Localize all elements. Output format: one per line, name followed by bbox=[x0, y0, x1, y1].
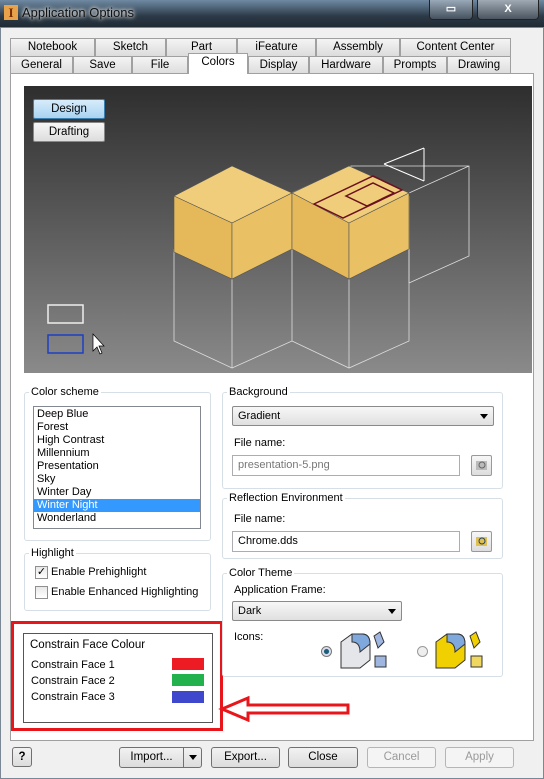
application-frame-value: Dark bbox=[238, 605, 262, 617]
background-file-input[interactable]: presentation-5.png bbox=[232, 455, 460, 476]
color-scheme-group: Color scheme Deep Blue Forest High Contr… bbox=[24, 386, 211, 541]
title-bar: I Application Options ▭ X bbox=[0, 0, 544, 27]
constrain-face-2-swatch[interactable] bbox=[172, 674, 204, 686]
tab-assembly[interactable]: Assembly bbox=[316, 38, 400, 56]
application-frame-label: Application Frame: bbox=[234, 584, 326, 596]
tab-sketch[interactable]: Sketch bbox=[95, 38, 166, 56]
color-preview: Design Drafting bbox=[24, 86, 532, 373]
prehighlight-checkbox[interactable]: ✓ bbox=[35, 566, 48, 579]
tab-colors[interactable]: Colors bbox=[188, 53, 248, 74]
list-item[interactable]: Deep Blue bbox=[34, 408, 200, 421]
reflection-group: Reflection Environment File name: Chrome… bbox=[222, 492, 503, 559]
list-item[interactable]: Presentation bbox=[34, 460, 200, 473]
app-icon: I bbox=[4, 5, 18, 20]
background-dropdown[interactable]: Gradient bbox=[232, 406, 494, 426]
constrain-face-1-label: Constrain Face 1 bbox=[31, 659, 115, 671]
tab-general[interactable]: General bbox=[10, 56, 73, 74]
icons-standard-radio[interactable] bbox=[321, 646, 332, 657]
export-button[interactable]: Export... bbox=[211, 747, 280, 768]
chevron-down-icon bbox=[480, 414, 488, 419]
window-title: Application Options bbox=[22, 5, 135, 20]
constrain-face-3-label: Constrain Face 3 bbox=[31, 691, 115, 703]
enhanced-highlighting-label: Enable Enhanced Highlighting bbox=[51, 586, 199, 598]
tab-display[interactable]: Display bbox=[248, 56, 309, 74]
list-item[interactable]: Wonderland bbox=[34, 512, 200, 525]
color-theme-label: Color Theme bbox=[227, 567, 295, 579]
restore-button[interactable]: ▭ bbox=[429, 0, 473, 20]
tab-content-center[interactable]: Content Center bbox=[400, 38, 511, 56]
list-item[interactable]: Forest bbox=[34, 421, 200, 434]
color-theme-group: Color Theme Application Frame: Dark Icon… bbox=[222, 567, 503, 677]
constrain-face-group: Constrain Face Colour Constrain Face 1 C… bbox=[23, 633, 213, 723]
browse-folder-icon bbox=[476, 461, 487, 470]
list-item[interactable]: Millennium bbox=[34, 447, 200, 460]
tab-notebook[interactable]: Notebook bbox=[10, 38, 95, 56]
background-browse-button[interactable] bbox=[471, 455, 492, 476]
enhanced-highlighting-checkbox[interactable] bbox=[35, 586, 48, 599]
icons-yellow-radio[interactable] bbox=[417, 646, 428, 657]
standard-icons-preview-icon bbox=[340, 631, 387, 669]
reflection-browse-button[interactable] bbox=[471, 531, 492, 552]
highlight-label: Highlight bbox=[29, 547, 76, 559]
background-label: Background bbox=[227, 386, 290, 398]
list-item[interactable]: Sky bbox=[34, 473, 200, 486]
color-scheme-label: Color scheme bbox=[29, 386, 101, 398]
list-item[interactable]: High Contrast bbox=[34, 434, 200, 447]
close-button[interactable]: Close bbox=[288, 747, 358, 768]
yellow-icons-preview-icon bbox=[435, 631, 483, 669]
reflection-file-label: File name: bbox=[234, 513, 286, 525]
background-file-label: File name: bbox=[234, 437, 286, 449]
import-dropdown-button[interactable] bbox=[183, 747, 202, 768]
icons-label: Icons: bbox=[234, 631, 264, 643]
constrain-face-2-label: Constrain Face 2 bbox=[31, 675, 115, 687]
prehighlight-label: Enable Prehighlight bbox=[51, 566, 147, 578]
tab-drawing[interactable]: Drawing bbox=[447, 56, 511, 74]
tab-hardware[interactable]: Hardware bbox=[309, 56, 383, 74]
chevron-down-icon bbox=[189, 755, 197, 760]
list-item-selected[interactable]: Winter Night bbox=[34, 499, 200, 512]
tab-file[interactable]: File bbox=[132, 56, 188, 74]
tab-prompts[interactable]: Prompts bbox=[383, 56, 447, 74]
annotation-arrow bbox=[218, 696, 350, 722]
application-frame-dropdown[interactable]: Dark bbox=[232, 601, 402, 621]
constrain-face-title: Constrain Face Colour bbox=[30, 639, 146, 651]
list-item[interactable]: Winter Day bbox=[34, 486, 200, 499]
reflection-label: Reflection Environment bbox=[227, 492, 345, 504]
help-button[interactable]: ? bbox=[12, 747, 32, 767]
background-value: Gradient bbox=[238, 410, 281, 422]
preview-model bbox=[47, 147, 470, 369]
reflection-file-input[interactable]: Chrome.dds bbox=[232, 531, 460, 552]
tab-ifeature[interactable]: iFeature bbox=[237, 38, 316, 56]
highlight-group: Highlight ✓ Enable Prehighlight Enable E… bbox=[24, 547, 211, 611]
import-button[interactable]: Import... bbox=[119, 747, 184, 768]
constrain-face-1-swatch[interactable] bbox=[172, 658, 204, 670]
color-scheme-list[interactable]: Deep Blue Forest High Contrast Millenniu… bbox=[33, 406, 201, 529]
background-group: Background Gradient File name: presentat… bbox=[222, 386, 503, 489]
chevron-down-icon bbox=[388, 609, 396, 614]
browse-folder-icon bbox=[476, 537, 487, 546]
close-window-button[interactable]: X bbox=[477, 0, 539, 20]
cancel-button: Cancel bbox=[367, 747, 436, 768]
tab-save[interactable]: Save bbox=[73, 56, 132, 74]
apply-button: Apply bbox=[445, 747, 514, 768]
constrain-face-3-swatch[interactable] bbox=[172, 691, 204, 703]
